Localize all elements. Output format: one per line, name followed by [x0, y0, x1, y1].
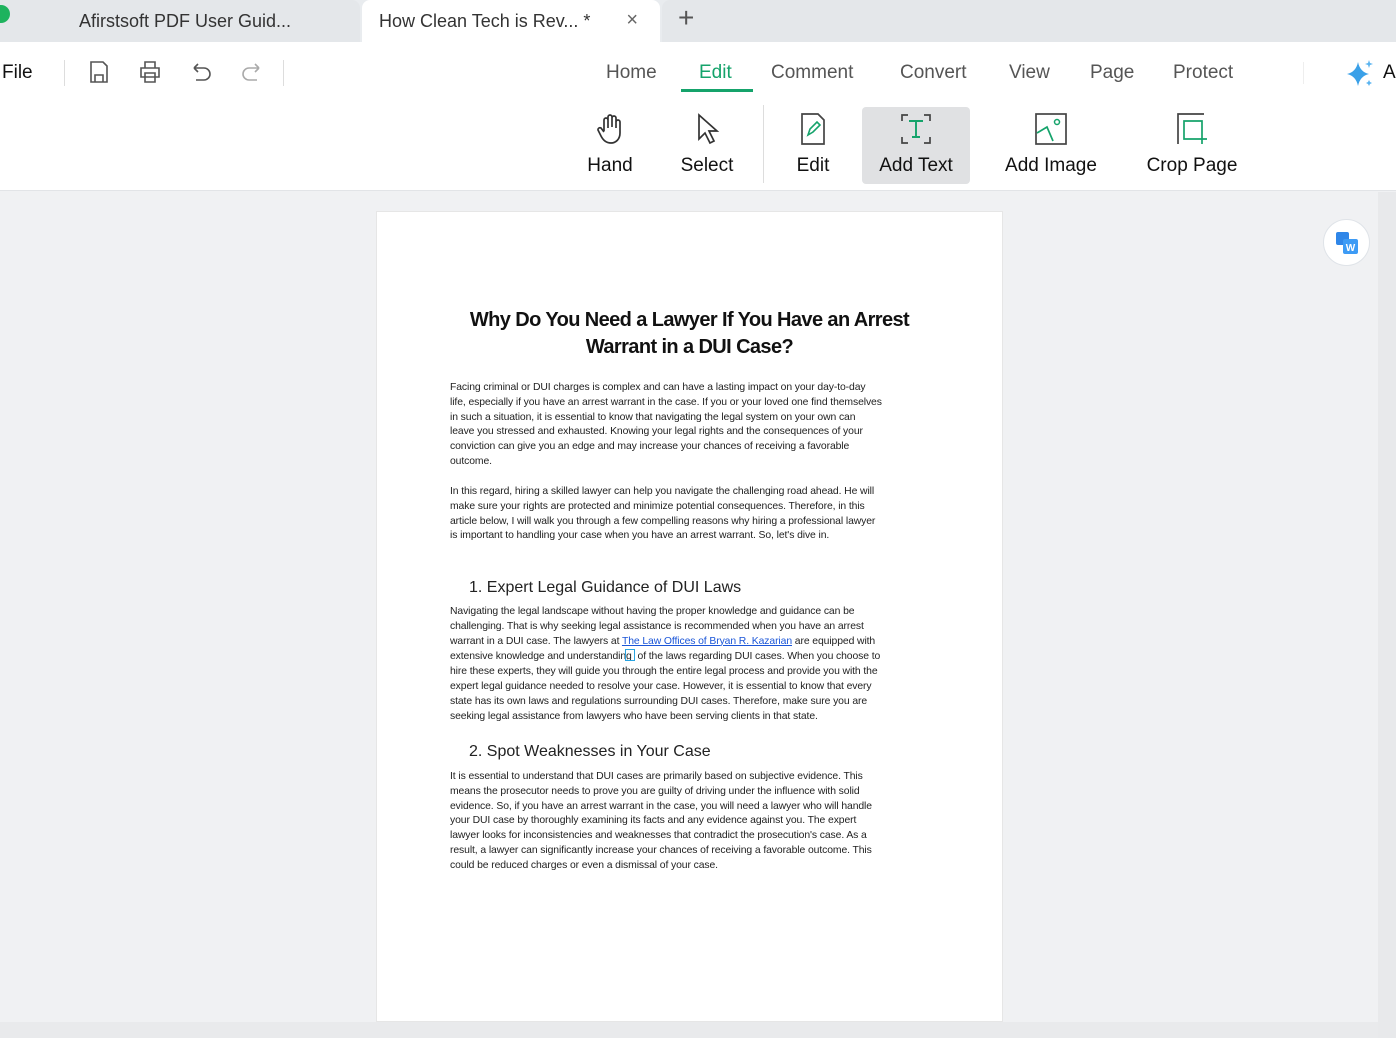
text-line: challenging. That is why seeking legal a…: [450, 620, 864, 632]
heading-spot-weaknesses: 2. Spot Weaknesses in Your Case: [469, 743, 711, 760]
heading-expert-guidance: 1. Expert Legal Guidance of DUI Laws: [469, 579, 742, 596]
menu-edit[interactable]: Edit: [699, 62, 732, 84]
redo-icon[interactable]: [239, 59, 265, 85]
add-image-icon: [1035, 113, 1067, 145]
text-line: outcome.: [450, 455, 492, 467]
toolbar: File Home Edit Comment Convert View Page…: [0, 42, 1396, 191]
tab-label: Afirstsoft PDF User Guid...: [79, 10, 292, 31]
tool-select[interactable]: Select: [672, 107, 742, 184]
close-icon[interactable]: ×: [626, 9, 638, 32]
text-line: leave you stressed and exhausted. Knowin…: [450, 426, 863, 438]
tab-label: How Clean Tech is Rev... *: [379, 10, 591, 31]
ai-sparkle-icon[interactable]: [1345, 58, 1375, 88]
text-line: seeking legal assistance from lawyers wh…: [450, 710, 818, 722]
text-line: Navigating the legal landscape without h…: [450, 606, 855, 617]
crop-icon: [1177, 113, 1207, 144]
pdf-page[interactable]: Why Do You Need a Lawyer If You Have an …: [376, 211, 1003, 1022]
menu-view[interactable]: View: [1009, 62, 1050, 84]
active-menu-underline: [681, 89, 753, 92]
menu-protect[interactable]: Protect: [1173, 62, 1233, 84]
text-line: Facing criminal or DUI charges is comple…: [450, 382, 866, 393]
hand-icon: [597, 114, 621, 144]
tool-edit[interactable]: Edit: [786, 107, 840, 184]
paragraph-guidance: Navigating the legal landscape without h…: [450, 605, 880, 724]
law-offices-link[interactable]: The Law Offices of Bryan R. Kazarian: [622, 636, 792, 647]
new-tab-button[interactable]: +: [678, 2, 694, 34]
save-icon[interactable]: [86, 59, 112, 85]
text-line: article below, I will walk you through a…: [450, 515, 876, 527]
vertical-scrollbar[interactable]: [1378, 192, 1396, 1038]
text-line: expert legal guidance needed to resolve …: [450, 680, 872, 692]
text-line: lawyer looks for inconsistencies and wea…: [450, 830, 867, 842]
text-line: life, especially if you have an arrest w…: [450, 396, 882, 408]
tab-clean-tech[interactable]: How Clean Tech is Rev... * ×: [362, 0, 660, 42]
document-title: Why Do You Need a Lawyer If You Have an …: [469, 309, 910, 358]
menu-comment[interactable]: Comment: [771, 62, 853, 84]
tab-bar: Afirstsoft PDF User Guid... How Clean Te…: [0, 0, 1396, 42]
tool-add-image[interactable]: Add Image: [993, 107, 1109, 184]
undo-icon[interactable]: [188, 59, 214, 85]
text-line: hire these experts, they will guide you …: [450, 666, 878, 678]
menu-home[interactable]: Home: [606, 62, 657, 84]
ai-label[interactable]: A: [1383, 62, 1396, 84]
text-line: conviction can give you an edge and may …: [450, 441, 850, 453]
horizontal-scrollbar[interactable]: [0, 1022, 1378, 1038]
tab-afirstsoft-guide[interactable]: Afirstsoft PDF User Guid...: [0, 0, 360, 42]
text-line: state has its own laws and regulations s…: [450, 695, 868, 707]
tool-add-text[interactable]: Add Text: [862, 107, 970, 184]
text-line: In this regard, hiring a skilled lawyer …: [450, 486, 875, 497]
svg-text:W: W: [1346, 243, 1356, 254]
menu-page[interactable]: Page: [1090, 62, 1134, 84]
paragraph-intro: Facing criminal or DUI charges is comple…: [450, 381, 882, 470]
translate-button[interactable]: W: [1323, 219, 1370, 266]
translate-icon: W: [1336, 232, 1358, 254]
cursor-icon: [698, 113, 720, 145]
print-icon[interactable]: [137, 59, 163, 85]
text-line: evidence. So, if you have an arrest warr…: [450, 800, 872, 812]
divider: [1303, 62, 1304, 84]
paragraph-regard: In this regard, hiring a skilled lawyer …: [450, 485, 875, 544]
text-line: in such a situation, it is essential to …: [450, 411, 856, 423]
edit-document-icon: [801, 113, 825, 145]
new-tab-area: +: [662, 0, 1396, 42]
tool-crop-page[interactable]: Crop Page: [1136, 107, 1248, 184]
divider: [763, 105, 764, 183]
add-text-icon: [901, 114, 931, 144]
text-line: It is essential to understand that DUI c…: [450, 771, 863, 782]
app-logo-icon: [0, 5, 10, 23]
menu-convert[interactable]: Convert: [900, 62, 967, 84]
divider: [64, 60, 65, 86]
divider: [283, 60, 284, 86]
text-line: result, a lawyer can significantly incre…: [450, 844, 872, 856]
text-line: could be reduced charges or even a dismi…: [450, 859, 718, 871]
text-line: make sure your rights are protected and …: [450, 500, 865, 512]
paragraph-weaknesses: It is essential to understand that DUI c…: [450, 770, 872, 874]
file-menu[interactable]: File: [2, 62, 33, 84]
text-line: is important to handling your case when …: [450, 530, 830, 542]
text-line: your DUI case by thoroughly examining it…: [450, 815, 857, 827]
text-line: means the prosecutor needs to prove you …: [450, 785, 860, 797]
text-cursor: [624, 649, 635, 662]
tool-hand[interactable]: Hand: [578, 107, 642, 184]
